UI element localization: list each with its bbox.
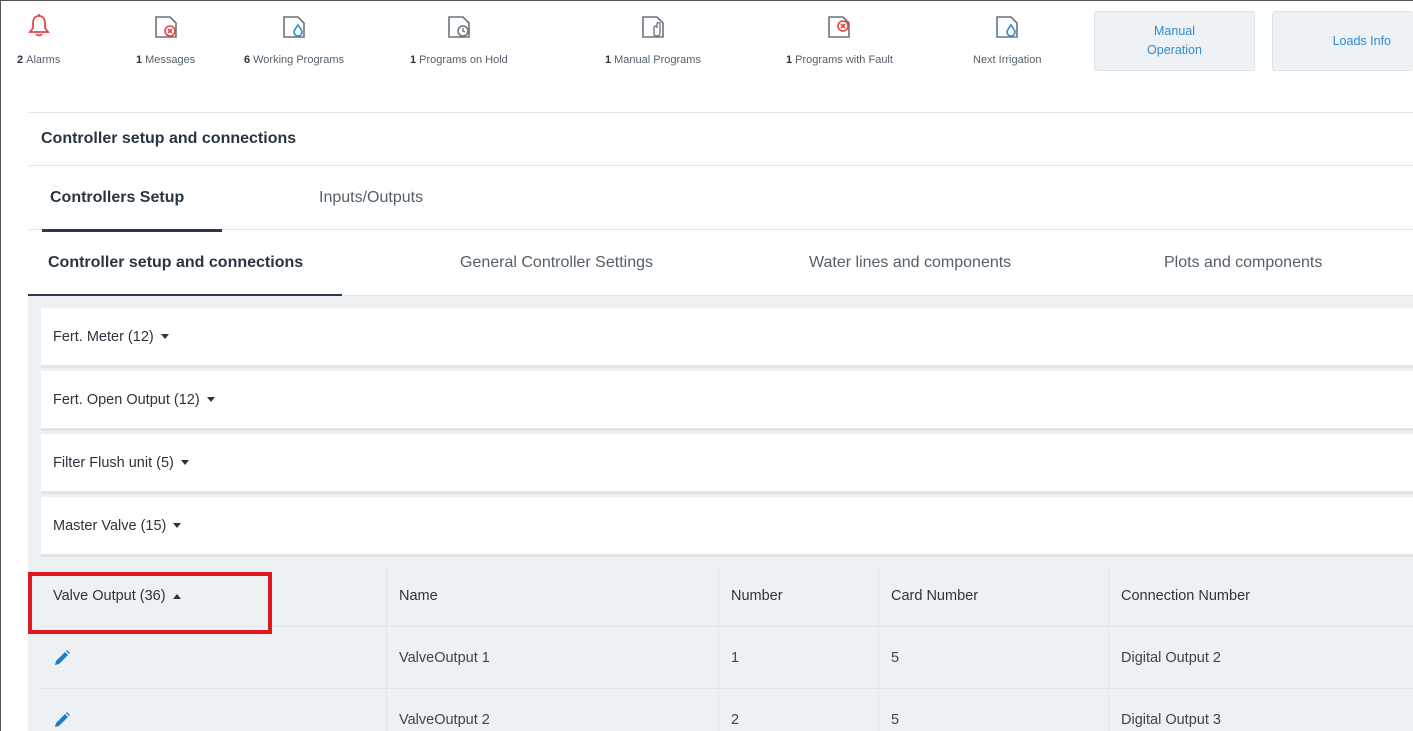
content-area: Fert. Meter (12) Fert. Open Output (12) …	[28, 296, 1413, 731]
cell-connection-number-text: Digital Output 2	[1121, 650, 1221, 666]
program-drop-icon	[281, 14, 307, 44]
column-header-connection-number[interactable]: Connection Number	[1109, 566, 1413, 626]
tab-inputs-outputs-label: Inputs/Outputs	[319, 189, 424, 206]
cell-name: ValveOutput 1	[387, 628, 719, 688]
status-working-programs[interactable]: 6 Working Programs	[244, 14, 344, 66]
bell-icon	[27, 14, 50, 44]
next-irrigation-icon	[994, 14, 1020, 44]
column-header-name[interactable]: Name	[387, 566, 719, 626]
programs-on-hold-count: 1	[410, 54, 417, 66]
accordion-fert-open-output[interactable]: Fert. Open Output (12)	[41, 371, 1413, 431]
tab-plots-components[interactable]: Plots and components	[1164, 230, 1322, 296]
cell-connection-number-text: Digital Output 3	[1121, 712, 1221, 728]
accordion-fert-meter-label: Fert. Meter (12)	[53, 328, 154, 345]
alarms-count: 2	[17, 54, 24, 66]
accordion-valve-output[interactable]: Valve Output (36)	[41, 566, 387, 626]
pencil-icon	[55, 712, 70, 727]
programs-with-fault-count: 1	[786, 54, 793, 66]
status-next-irrigation[interactable]: Next Irrigation	[973, 14, 1041, 66]
next-irrigation-label: Next Irrigation	[973, 54, 1042, 66]
status-programs-with-fault[interactable]: 1 Programs with Fault	[786, 14, 893, 66]
column-header-name-label: Name	[399, 588, 438, 604]
column-header-card-number[interactable]: Card Number	[879, 566, 1109, 626]
status-messages[interactable]: 1 Messages	[136, 14, 195, 66]
table-header-row: Valve Output (36) Name Number Card Numbe…	[41, 566, 1413, 627]
manual-operation-label-2: Operation	[1147, 43, 1202, 57]
tab-inputs-outputs[interactable]: Inputs/Outputs	[319, 166, 423, 230]
cell-name-text: ValveOutput 2	[399, 712, 490, 728]
cell-card-number-text: 5	[891, 650, 900, 666]
program-hand-icon	[640, 14, 666, 44]
manual-programs-label: Manual Programs	[614, 54, 701, 66]
status-alarms[interactable]: 2 Alarms	[17, 14, 60, 66]
table-row: ValveOutput 2 2 5 Digital Output 3	[41, 690, 1413, 731]
column-header-card-number-label: Card Number	[891, 588, 979, 604]
manual-programs-count: 1	[605, 54, 612, 66]
accordion-fert-open-output-label: Fert. Open Output (12)	[53, 391, 200, 408]
cell-card-number-text: 5	[891, 712, 900, 728]
tab-controller-setup-connections[interactable]: Controller setup and connections	[27, 230, 343, 297]
manual-operation-button[interactable]: Manual Operation	[1094, 11, 1255, 71]
cell-number: 1	[719, 628, 879, 688]
loads-info-label: Loads Info	[1332, 33, 1391, 48]
programs-on-hold-label: Programs on Hold	[419, 54, 508, 66]
cell-connection-number: Digital Output 2	[1109, 628, 1413, 688]
caret-down-icon	[180, 460, 189, 465]
accordion-valve-output-label: Valve Output (36)	[53, 588, 166, 604]
page-title-text: Controller setup and connections	[41, 130, 297, 147]
manual-operation-label-1: Manual	[1154, 24, 1195, 39]
table-row: ValveOutput 1 1 5 Digital Output 2	[41, 628, 1413, 689]
alarms-label: Alarms	[26, 54, 61, 66]
cell-number: 2	[719, 690, 879, 731]
cell-name: ValveOutput 2	[387, 690, 719, 731]
column-header-number[interactable]: Number	[719, 566, 879, 626]
accordion-master-valve-label: Master Valve (15)	[53, 517, 167, 534]
column-header-connection-number-label: Connection Number	[1121, 588, 1250, 604]
tab-general-controller-settings-label: General Controller Settings	[460, 254, 653, 271]
working-programs-label: Working Programs	[253, 54, 345, 66]
program-fault-icon	[826, 14, 852, 44]
cell-connection-number: Digital Output 3	[1109, 690, 1413, 731]
column-header-number-label: Number	[731, 588, 783, 604]
pencil-icon	[55, 650, 70, 665]
message-fault-icon	[153, 14, 179, 44]
tab-controller-setup-connections-label: Controller setup and connections	[48, 254, 304, 271]
page-title: Controller setup and connections	[28, 112, 1413, 166]
loads-info-button[interactable]: Loads Info	[1272, 11, 1413, 71]
caret-down-icon	[206, 397, 215, 402]
programs-with-fault-label: Programs with Fault	[795, 54, 893, 66]
status-bar: 2 Alarms 1 Messages 6 Working Programs 1 Pro…	[0, 0, 1413, 112]
tab-water-lines-components[interactable]: Water lines and components	[809, 230, 1011, 296]
tab-plots-components-label: Plots and components	[1164, 254, 1323, 271]
status-programs-on-hold[interactable]: 1 Programs on Hold	[410, 14, 508, 66]
tab-controllers-setup[interactable]: Controllers Setup	[41, 166, 223, 232]
edit-button[interactable]	[41, 690, 387, 731]
program-clock-icon	[446, 14, 472, 44]
accordion-master-valve[interactable]: Master Valve (15)	[41, 497, 1413, 557]
tab-general-controller-settings[interactable]: General Controller Settings	[460, 230, 653, 296]
status-manual-programs[interactable]: 1 Manual Programs	[605, 14, 701, 66]
cell-number-text: 2	[731, 712, 740, 728]
caret-up-icon	[172, 593, 181, 599]
sub-tabs: Controller setup and connections General…	[27, 230, 1413, 297]
tab-water-lines-components-label: Water lines and components	[809, 254, 1012, 271]
cell-name-text: ValveOutput 1	[399, 650, 490, 666]
working-programs-count: 6	[244, 54, 251, 66]
caret-down-icon	[173, 523, 182, 528]
accordion-fert-meter[interactable]: Fert. Meter (12)	[41, 308, 1413, 368]
cell-number-text: 1	[731, 650, 740, 666]
messages-count: 1	[136, 54, 143, 66]
cell-card-number: 5	[879, 690, 1109, 731]
cell-card-number: 5	[879, 628, 1109, 688]
caret-down-icon	[160, 334, 169, 339]
accordion-filter-flush-unit[interactable]: Filter Flush unit (5)	[41, 434, 1413, 494]
main-tabs: Controllers Setup Inputs/Outputs	[28, 166, 1413, 232]
messages-label: Messages	[145, 54, 196, 66]
edit-button[interactable]	[41, 628, 387, 688]
accordion-filter-flush-unit-label: Filter Flush unit (5)	[53, 454, 174, 471]
tab-controllers-setup-label: Controllers Setup	[50, 189, 185, 206]
